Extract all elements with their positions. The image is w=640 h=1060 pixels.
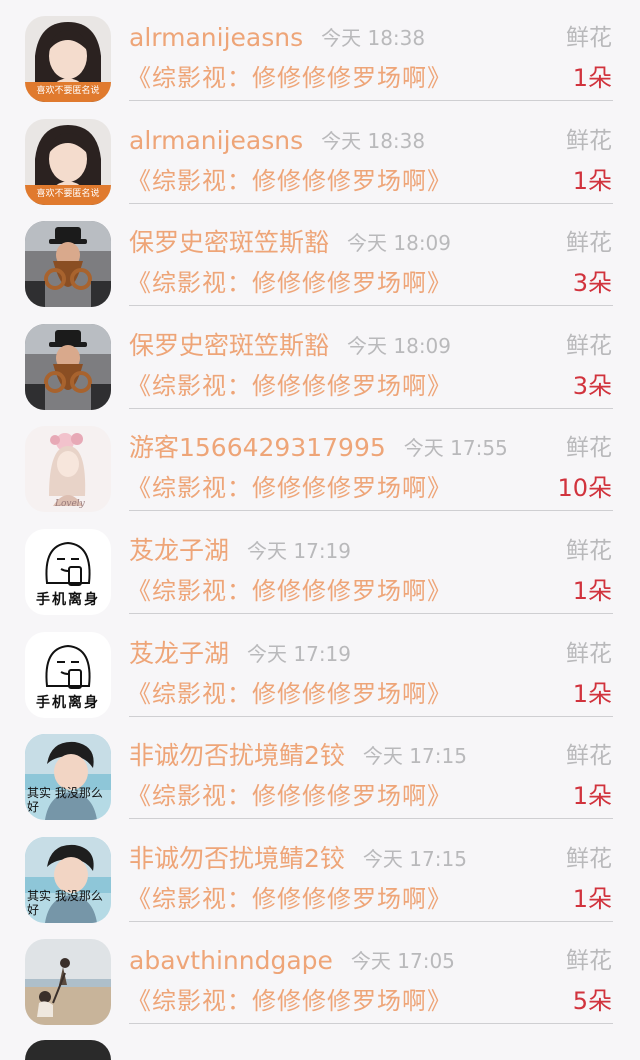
work-title-link[interactable]: 《综影视：修修修修罗场啊》 bbox=[127, 573, 452, 609]
user-avatar[interactable]: 其实 我没那么好 bbox=[25, 836, 111, 923]
row-divider bbox=[129, 612, 613, 614]
timestamp: 今天 17:05 bbox=[350, 949, 455, 974]
username-text: abavthinndgape bbox=[129, 946, 333, 976]
user-avatar[interactable]: 手机离身 bbox=[25, 631, 111, 718]
avatar-caption: 手机离身 bbox=[36, 694, 100, 711]
gift-record-row[interactable]: Lovely 游客1566429317995 今天 17:55 鲜花 《综影视：修… bbox=[0, 410, 640, 513]
flower-count: 10朵 bbox=[557, 474, 612, 503]
flower-count: 3朵 bbox=[572, 371, 612, 400]
username[interactable]: abavthinndgape 今天 17:05 bbox=[129, 943, 455, 979]
flower-count: 1朵 bbox=[572, 576, 612, 605]
gift-type-label: 鲜花 bbox=[566, 948, 612, 975]
work-title-link[interactable]: 《综影视：修修修修罗场啊》 bbox=[127, 676, 452, 712]
gift-record-row[interactable]: 喜欢不要匿名说 alrmanijeasns 今天 18:38 鲜花 《综影视：修修… bbox=[0, 103, 640, 206]
timestamp: 今天 17:19 bbox=[247, 538, 352, 563]
gift-type-label: 鲜花 bbox=[566, 743, 612, 770]
username[interactable]: 游客1566429317995 今天 17:55 bbox=[129, 430, 508, 466]
work-title-link[interactable]: 《综影视：修修修修罗场啊》 bbox=[127, 983, 452, 1019]
user-avatar[interactable]: Lovely bbox=[25, 426, 111, 513]
row-divider bbox=[129, 818, 613, 820]
row-divider bbox=[129, 305, 613, 307]
row-divider bbox=[129, 715, 613, 717]
gift-type-label: 鲜花 bbox=[566, 845, 612, 872]
username-text: 非诚勿否扰境鲭2铰 bbox=[129, 843, 345, 873]
flower-gift-list: 喜欢不要匿名说 alrmanijeasns 今天 18:38 鲜花 《综影视：修修… bbox=[0, 0, 640, 1026]
username[interactable]: 芨龙子湖 今天 17:19 bbox=[129, 533, 351, 569]
flower-count: 1朵 bbox=[572, 782, 612, 811]
work-title-link[interactable]: 《综影视：修修修修罗场啊》 bbox=[127, 778, 452, 814]
username[interactable]: 非诚勿否扰境鲭2铰 今天 17:15 bbox=[129, 841, 467, 877]
flower-count: 3朵 bbox=[572, 269, 612, 298]
flower-count: 5朵 bbox=[572, 987, 612, 1016]
gift-record-row[interactable]: 手机离身 芨龙子湖 今天 17:19 鲜花 《综影视：修修修修罗场啊》 1朵 bbox=[0, 616, 640, 719]
username-text: 保罗史密斑笠斯豁 bbox=[129, 330, 330, 360]
username-text: alrmanijeasns bbox=[129, 125, 304, 155]
user-avatar[interactable] bbox=[25, 939, 111, 1026]
gift-type-label: 鲜花 bbox=[566, 435, 612, 462]
timestamp: 今天 17:19 bbox=[247, 641, 352, 666]
avatar-caption: 其实 我没那么好 bbox=[27, 786, 103, 815]
user-avatar[interactable]: 喜欢不要匿名说 bbox=[25, 16, 111, 102]
row-divider bbox=[129, 510, 613, 512]
username[interactable]: alrmanijeasns 今天 18:38 bbox=[129, 123, 425, 159]
username-text: 游客1566429317995 bbox=[129, 433, 386, 463]
username[interactable]: alrmanijeasns 今天 18:38 bbox=[129, 20, 425, 56]
timestamp: 今天 17:15 bbox=[362, 846, 467, 871]
gift-type-label: 鲜花 bbox=[566, 127, 612, 154]
gift-type-label: 鲜花 bbox=[566, 25, 612, 51]
gift-type-label: 鲜花 bbox=[566, 332, 612, 359]
username-text: 芨龙子湖 bbox=[129, 638, 230, 668]
row-divider bbox=[129, 407, 613, 409]
user-avatar[interactable]: 其实 我没那么好 bbox=[25, 734, 111, 821]
row-divider bbox=[129, 1023, 613, 1025]
gift-record-row[interactable]: 其实 我没那么好 非诚勿否扰境鲭2铰 今天 17:15 鲜花 《综影视：修修修修罗… bbox=[0, 821, 640, 924]
gift-record-row[interactable]: abavthinndgape 今天 17:05 鲜花 《综影视：修修修修罗场啊》 … bbox=[0, 923, 640, 1026]
timestamp: 今天 17:55 bbox=[403, 436, 508, 461]
timestamp: 今天 18:09 bbox=[347, 333, 452, 358]
user-avatar[interactable] bbox=[25, 221, 111, 308]
gift-record-row[interactable]: 喜欢不要匿名说 alrmanijeasns 今天 18:38 鲜花 《综影视：修修… bbox=[0, 0, 640, 103]
timestamp: 今天 18:38 bbox=[321, 128, 426, 153]
work-title-link[interactable]: 《综影视：修修修修罗场啊》 bbox=[127, 163, 452, 199]
username[interactable]: 芨龙子湖 今天 17:19 bbox=[129, 636, 351, 672]
gift-record-row[interactable]: 手机离身 芨龙子湖 今天 17:19 鲜花 《综影视：修修修修罗场啊》 1朵 bbox=[0, 513, 640, 616]
username-text: alrmanijeasns bbox=[129, 23, 304, 52]
user-avatar[interactable] bbox=[25, 323, 111, 410]
work-title-link[interactable]: 《综影视：修修修修罗场啊》 bbox=[127, 470, 452, 506]
avatar-caption: 手机离身 bbox=[36, 591, 100, 608]
timestamp: 今天 18:38 bbox=[321, 26, 426, 50]
row-divider bbox=[129, 100, 613, 101]
timestamp: 今天 18:09 bbox=[347, 231, 452, 256]
flower-count: 1朵 bbox=[572, 166, 612, 195]
username[interactable]: 保罗史密斑笠斯豁 今天 18:09 bbox=[129, 328, 451, 364]
work-title-link[interactable]: 《综影视：修修修修罗场啊》 bbox=[127, 881, 452, 917]
flower-count: 1朵 bbox=[572, 884, 612, 913]
gift-record-row[interactable]: 保罗史密斑笠斯豁 今天 18:09 鲜花 《综影视：修修修修罗场啊》 3朵 bbox=[0, 205, 640, 308]
flower-count: 1朵 bbox=[572, 679, 612, 708]
row-divider bbox=[129, 202, 613, 204]
timestamp: 今天 17:15 bbox=[362, 744, 467, 769]
username[interactable]: 保罗史密斑笠斯豁 今天 18:09 bbox=[129, 225, 451, 261]
user-avatar[interactable]: 喜欢不要匿名说 bbox=[25, 118, 111, 205]
gift-type-label: 鲜花 bbox=[566, 640, 612, 667]
username-text: 非诚勿否扰境鲭2铰 bbox=[129, 741, 345, 771]
svg-text:Lovely: Lovely bbox=[54, 499, 86, 509]
gift-record-row[interactable]: 保罗史密斑笠斯豁 今天 18:09 鲜花 《综影视：修修修修罗场啊》 3朵 bbox=[0, 308, 640, 411]
username-text: 芨龙子湖 bbox=[129, 535, 230, 565]
work-title-link[interactable]: 《综影视：修修修修罗场啊》 bbox=[127, 265, 452, 301]
user-avatar[interactable]: 手机离身 bbox=[25, 528, 111, 615]
avatar-caption: 喜欢不要匿名说 bbox=[36, 86, 100, 96]
gift-record-row[interactable]: 其实 我没那么好 非诚勿否扰境鲭2铰 今天 17:15 鲜花 《综影视：修修修修罗… bbox=[0, 718, 640, 821]
work-title-link[interactable]: 《综影视：修修修修罗场啊》 bbox=[127, 60, 452, 96]
flower-count: 1朵 bbox=[572, 64, 612, 92]
work-title-link[interactable]: 《综影视：修修修修罗场啊》 bbox=[127, 368, 452, 404]
next-row-avatar-partial bbox=[25, 1040, 111, 1060]
row-divider bbox=[129, 920, 613, 922]
username[interactable]: 非诚勿否扰境鲭2铰 今天 17:15 bbox=[129, 738, 467, 774]
gift-type-label: 鲜花 bbox=[566, 537, 612, 564]
avatar-caption: 其实 我没那么好 bbox=[27, 888, 103, 917]
username-text: 保罗史密斑笠斯豁 bbox=[129, 228, 330, 258]
avatar-caption: 喜欢不要匿名说 bbox=[36, 188, 100, 199]
gift-type-label: 鲜花 bbox=[566, 230, 612, 257]
